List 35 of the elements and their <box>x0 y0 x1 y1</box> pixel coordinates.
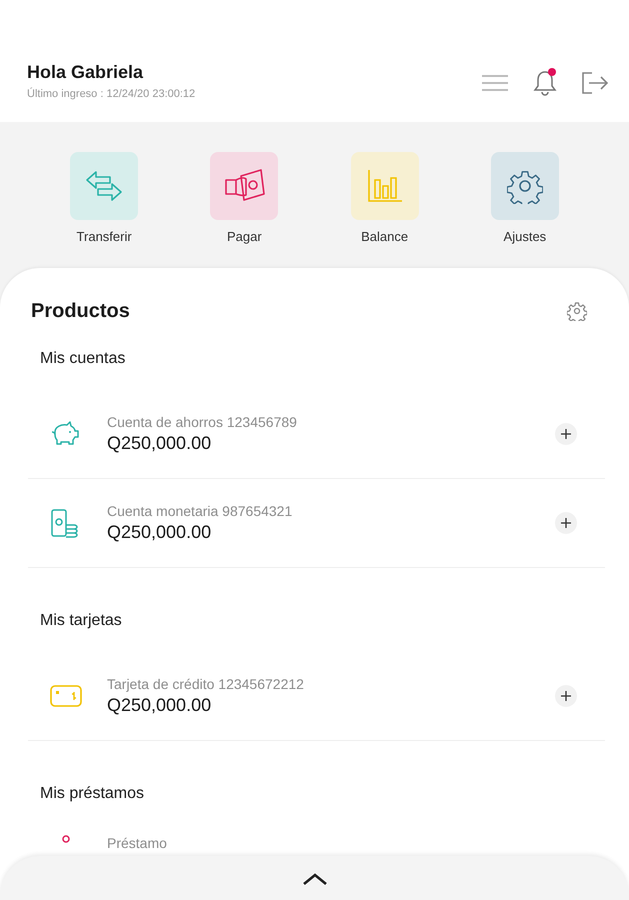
settings-icon <box>506 168 543 204</box>
plus-icon <box>561 429 571 439</box>
action-label[interactable]: Transferir <box>76 229 132 244</box>
account-name: Tarjeta de crédito 12345672212 <box>107 676 305 692</box>
plus-icon <box>561 691 571 701</box>
account-name: Préstamo <box>107 835 168 851</box>
section-heading: Mis préstamos <box>40 785 144 803</box>
action-label[interactable]: Pagar <box>227 229 262 244</box>
section-heading: Mis tarjetas <box>40 612 122 630</box>
notification-bell-icon[interactable] <box>531 68 559 98</box>
plus-icon <box>561 518 571 528</box>
expand-button[interactable] <box>555 423 577 445</box>
bar-chart-icon <box>366 168 404 204</box>
greeting: Hola Gabriela <box>27 62 144 83</box>
account-balance: Q250,000.00 <box>107 522 212 543</box>
expand-button[interactable] <box>555 512 577 534</box>
cash-hand-icon <box>223 168 266 204</box>
products-title: Productos <box>31 300 130 322</box>
logout-icon[interactable] <box>581 71 609 95</box>
account-name: Cuenta monetaria 987654321 <box>107 503 294 519</box>
section-heading: Mis cuentas <box>40 350 126 368</box>
arrows-exchange-icon <box>84 168 124 204</box>
action-label[interactable]: Ajustes <box>504 229 546 244</box>
account-balance: Q250,000.00 <box>107 433 212 454</box>
expand-button[interactable] <box>555 685 577 707</box>
balance-tile[interactable] <box>350 152 419 220</box>
settings-tile[interactable] <box>490 152 559 220</box>
last-login-text: Último ingreso : 12/24/20 23:00:12 <box>27 88 196 100</box>
account-name: Cuenta de ahorros 123456789 <box>107 414 298 430</box>
pay-tile[interactable] <box>210 152 278 220</box>
chevron-up-icon[interactable] <box>302 872 328 886</box>
settings-icon[interactable] <box>567 301 587 321</box>
transfer-tile[interactable] <box>70 152 138 220</box>
account-balance: Q250,000.00 <box>107 695 212 716</box>
action-label[interactable]: Balance <box>361 229 408 244</box>
